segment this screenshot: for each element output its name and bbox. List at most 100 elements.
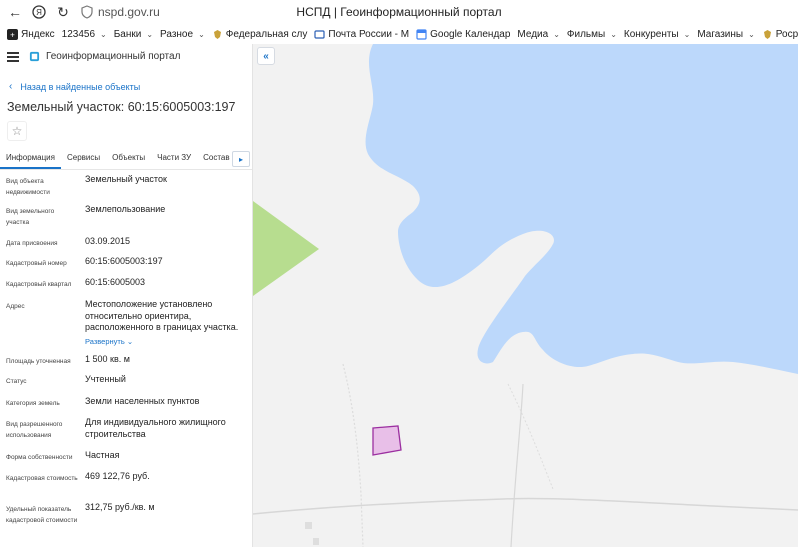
bookmark-label: Медиа <box>517 28 549 40</box>
bookmark-label: Росреестр <box>775 28 798 40</box>
chevron-down-icon: ⌄ <box>146 29 154 39</box>
property-value-text: Для индивидуального жилищного строительс… <box>85 417 226 439</box>
expand-link[interactable]: Развернуть ⌄ <box>85 336 245 348</box>
bookmark-item[interactable]: Магазины ⌄ <box>697 29 754 40</box>
property-value-text: Частная <box>85 450 120 460</box>
tab-item[interactable]: Информация <box>0 149 61 169</box>
address-bar[interactable]: nspd.gov.ru <box>98 5 160 19</box>
map-building <box>313 538 319 545</box>
property-value-text: 60:15:6005003 <box>85 277 146 287</box>
property-label: Адрес <box>6 303 25 310</box>
tab-item[interactable]: Состав <box>197 149 236 169</box>
property-value: 03.09.2015 <box>85 236 245 248</box>
bookmark-item[interactable]: Федеральная слу <box>212 28 308 40</box>
chevron-down-icon: ⌄ <box>748 29 755 39</box>
object-title: Земельный участок: 60:15:6005003:197 <box>7 100 236 114</box>
app-title: Геоинформационный портал <box>46 50 181 62</box>
reload-icon[interactable]: ↻ <box>54 3 72 21</box>
property-label: Дата присвоения <box>6 240 58 247</box>
browser-toolbar: ← Я ↻ nspd.gov.ru <box>0 0 798 25</box>
bookmark-item[interactable]: 123456 ⌄ <box>62 29 107 40</box>
bookmark-label: Федеральная слу <box>225 28 308 40</box>
property-value: 60:15:6005003:197 <box>85 256 245 268</box>
property-label: Форма собственности <box>6 454 73 461</box>
map-canvas[interactable] <box>253 44 798 547</box>
tabs-bar: Информация Сервисы Объекты Части ЗУ Состав ▸ <box>0 149 252 170</box>
tab-item[interactable]: Сервисы <box>61 149 106 169</box>
property-label: Вид разрешенного использования <box>6 421 63 439</box>
property-value: Частная <box>85 450 245 462</box>
property-value: Местоположение установлено относительно … <box>85 299 245 347</box>
bookmark-item[interactable]: Почта России - М <box>314 29 409 40</box>
bookmark-item[interactable]: Google Календар <box>416 29 510 40</box>
property-value: Учтенный <box>85 374 245 386</box>
property-label: Вид объекта недвижимости <box>6 178 50 196</box>
property-value-text: 1 500 кв. м <box>85 354 130 364</box>
map-view[interactable] <box>253 44 798 547</box>
bookmarks-bar: + Яндекс 123456 ⌄ Банки ⌄ Разное ⌄ Федеральная с… <box>0 24 798 45</box>
bookmark-label: Банки <box>113 28 142 40</box>
chevron-down-icon: ⌄ <box>126 336 134 346</box>
land-parcel[interactable] <box>372 425 402 456</box>
app-header: Геоинформационный портал <box>0 44 252 68</box>
bookmark-item[interactable]: Банки ⌄ <box>114 29 153 40</box>
bookmark-item[interactable]: Росреестр <box>762 29 798 40</box>
chevron-down-icon: ⌄ <box>100 29 107 39</box>
property-label: Удельный показатель кадастровой стоимост… <box>6 506 78 524</box>
property-value-text: Учтенный <box>85 374 126 384</box>
chevron-down-icon: ⌄ <box>610 29 617 39</box>
bookmark-label: Яндекс <box>21 28 55 40</box>
property-value: 1 500 кв. м <box>85 354 245 366</box>
bookmark-item[interactable]: Фильмы ⌄ <box>567 29 617 40</box>
bookmark-label: Разное <box>160 28 194 40</box>
property-value: Земли населенных пунктов <box>85 396 245 408</box>
info-panel: Геоинформационный портал ‹ Назад в найде… <box>0 44 253 547</box>
svg-text:+: + <box>10 30 15 39</box>
tabs-scroll-right-icon[interactable]: ▸ <box>232 151 250 167</box>
expand-label: Развернуть <box>85 336 125 346</box>
emblem-icon <box>213 29 221 39</box>
property-value: 469 122,76 руб. <box>85 471 245 483</box>
property-value-text: 03.09.2015 <box>85 236 131 246</box>
tab-item[interactable]: Части ЗУ <box>151 149 197 169</box>
bookmark-label: 123456 <box>61 28 96 40</box>
back-link-label: Назад в найденные объекты <box>20 81 141 92</box>
menu-icon[interactable] <box>7 51 19 62</box>
property-label: Площадь уточненная <box>6 358 71 365</box>
property-label: Категория земель <box>6 400 60 407</box>
chevron-down-icon: ⌄ <box>553 29 560 39</box>
property-value-text: 312,75 руб./кв. м <box>85 502 155 512</box>
back-to-results-link[interactable]: ‹ Назад в найденные объекты <box>9 81 140 92</box>
chevron-left-icon: ‹ <box>9 81 13 92</box>
svg-text:Я: Я <box>36 8 42 17</box>
map-building <box>305 522 312 529</box>
bookmark-label: Почта России - М <box>328 28 410 40</box>
property-value-text: Местоположение установлено относительно … <box>85 299 239 332</box>
bookmark-item[interactable]: Медиа ⌄ <box>517 29 559 40</box>
calendar-icon <box>416 28 427 40</box>
bookmark-label: Магазины <box>697 28 744 40</box>
property-label: Кадастровый квартал <box>6 281 72 288</box>
property-value: Земельный участок <box>85 174 245 186</box>
emblem-icon <box>763 29 771 39</box>
chevron-down-icon: ⌄ <box>198 29 205 39</box>
property-value: 312,75 руб./кв. м <box>85 502 245 514</box>
favorite-star-icon[interactable]: ☆ <box>7 121 27 141</box>
bookmark-label: Конкуренты <box>623 28 679 40</box>
tab-item[interactable]: Объекты <box>106 149 151 169</box>
post-icon <box>314 29 325 39</box>
property-value-text: 60:15:6005003:197 <box>85 256 163 266</box>
bookmark-label: Фильмы <box>566 28 606 40</box>
portal-logo-icon <box>29 51 40 61</box>
yandex-icon: + <box>7 28 18 40</box>
property-label: Кадастровый номер <box>6 260 67 267</box>
bookmark-item[interactable]: Разное ⌄ <box>160 29 205 40</box>
shield-icon <box>81 5 93 19</box>
yandex-browser-icon[interactable]: Я <box>30 3 48 21</box>
bookmark-item[interactable]: Конкуренты ⌄ <box>624 29 690 40</box>
back-arrow-icon[interactable]: ← <box>6 3 24 21</box>
bookmark-item[interactable]: + Яндекс <box>7 28 55 40</box>
property-value: Для индивидуального жилищного строительс… <box>85 417 245 440</box>
collapse-panel-icon[interactable]: « <box>257 47 275 65</box>
property-label: Статус <box>6 378 27 385</box>
